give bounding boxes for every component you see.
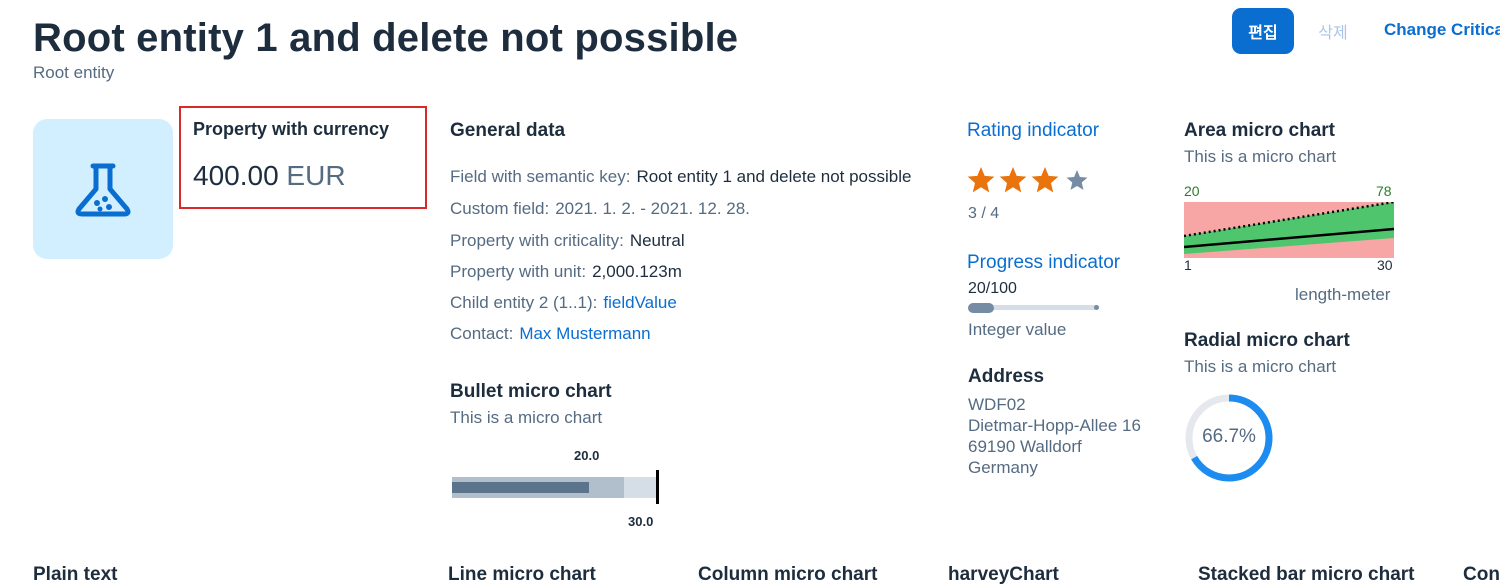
bullet-target-marker (656, 470, 659, 504)
radial-percent-text: 66.7% (1202, 426, 1256, 447)
section-plain-text: Plain text (33, 564, 118, 585)
kpi-value: 400.00 EUR (193, 160, 346, 192)
delete-button[interactable]: 삭제 (1300, 9, 1366, 53)
section-column-micro-chart: Column micro chart (698, 564, 878, 585)
area-chart-heading: Area micro chart (1184, 120, 1336, 141)
progress-text: 20/100 (968, 280, 1017, 297)
area-top-right-label: 78 (1376, 183, 1392, 199)
field-criticality: Property with criticality: Neutral (450, 231, 685, 250)
flask-icon (75, 163, 131, 217)
page-subtitle: Root entity (33, 63, 115, 82)
bullet-target-label: 20.0 (574, 448, 600, 463)
address-line: WDF02 (968, 395, 1026, 414)
field-child-entity: Child entity 2 (1..1): fieldValue (450, 293, 677, 312)
radial-chart-heading: Radial micro chart (1184, 330, 1350, 351)
section-harvey-chart: harveyChart (948, 564, 1059, 585)
address-line: Dietmar-Hopp-Allee 16 (968, 416, 1141, 435)
edit-button[interactable]: 편집 (1233, 9, 1293, 53)
progress-heading[interactable]: Progress indicator (967, 252, 1120, 274)
progress-fill (968, 303, 995, 313)
page-title: Root entity 1 and delete not possible (33, 16, 739, 60)
area-unit: length-meter (1295, 285, 1391, 304)
star-empty-icon[interactable] (1066, 170, 1088, 190)
star-filled-icon[interactable] (999, 167, 1027, 193)
address-line: Germany (968, 458, 1038, 477)
general-data-heading: General data (450, 120, 566, 141)
field-contact: Contact: Max Mustermann (450, 324, 651, 343)
area-bottom-right-label: 30 (1377, 257, 1393, 273)
section-con: Con (1463, 564, 1500, 585)
section-line-micro-chart: Line micro chart (448, 564, 596, 585)
field-unit: Property with unit: 2,000.123m (450, 262, 682, 281)
area-bottom-left-label: 1 (1184, 257, 1192, 273)
address-block: WDF02 Dietmar-Hopp-Allee 16 69190 Walldo… (968, 394, 1141, 478)
area-chart-subtitle: This is a micro chart (1184, 147, 1337, 166)
star-filled-icon[interactable] (967, 167, 995, 193)
bullet-chart-heading: Bullet micro chart (450, 381, 612, 402)
radial-chart-subtitle: This is a micro chart (1184, 357, 1337, 376)
rating-text: 3 / 4 (968, 205, 1000, 222)
progress-bar (968, 303, 1099, 313)
bullet-chart-subtitle: This is a micro chart (450, 408, 603, 427)
bullet-actual-label: 30.0 (628, 514, 654, 529)
area-top-left-label: 20 (1184, 183, 1200, 199)
area-chart (1184, 202, 1394, 258)
kpi-label: Property with currency (193, 119, 390, 139)
bullet-chart (452, 470, 659, 504)
bullet-actual-bar (452, 482, 589, 493)
progress-caption: Integer value (968, 320, 1067, 339)
field-custom: Custom field: 2021. 1. 2. - 2021. 12. 28. (450, 199, 750, 218)
kpi-currency: EUR (286, 160, 346, 191)
child-entity-link[interactable]: fieldValue (603, 293, 676, 312)
kpi-amount: 400.00 (193, 160, 279, 191)
rating-stars (967, 167, 1088, 193)
avatar (33, 119, 173, 259)
contact-link[interactable]: Max Mustermann (519, 324, 650, 343)
address-heading: Address (968, 366, 1045, 387)
change-criticality-button[interactable]: Change Critical (1384, 20, 1500, 40)
section-stacked-bar-micro-chart: Stacked bar micro chart (1198, 564, 1415, 585)
rating-heading[interactable]: Rating indicator (967, 120, 1099, 142)
star-filled-icon[interactable] (1031, 167, 1059, 193)
field-semantic-key: Field with semantic key: Root entity 1 an… (450, 167, 912, 186)
address-line: 69190 Walldorf (968, 437, 1082, 456)
